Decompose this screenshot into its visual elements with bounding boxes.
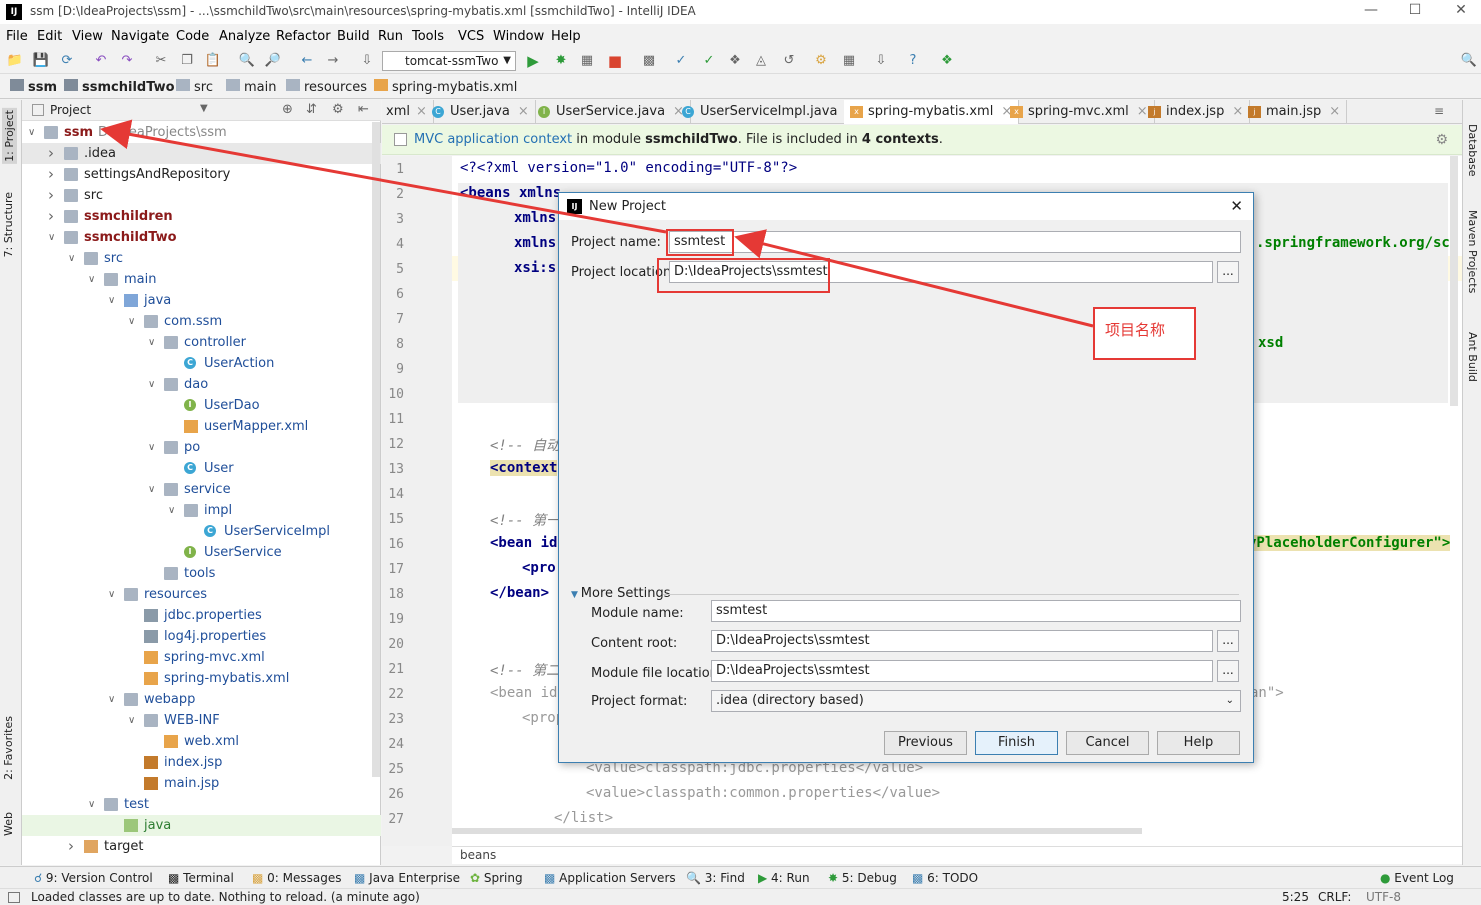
arrow-to-project-name — [734, 229, 1094, 328]
annotation-arrows — [100, 119, 1094, 328]
arrow-to-ssm — [100, 119, 667, 234]
